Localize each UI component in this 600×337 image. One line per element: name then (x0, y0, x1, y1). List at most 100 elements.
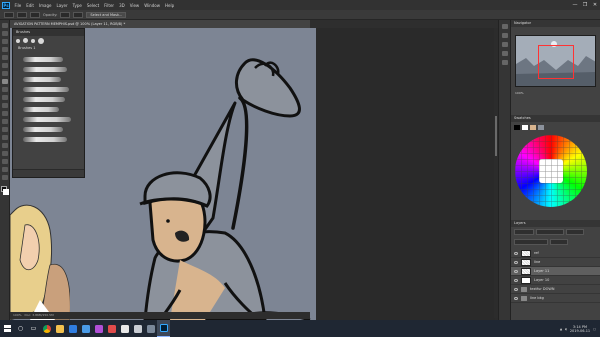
photoshop-taskbar-icon[interactable] (157, 320, 170, 337)
menu-type[interactable]: Type (70, 3, 84, 8)
layer-row[interactable]: ref (511, 249, 600, 258)
volume-icon[interactable]: ◖ (565, 327, 567, 331)
lock-options[interactable] (514, 239, 548, 245)
app-icon[interactable] (131, 320, 144, 337)
menu-file[interactable]: File (12, 3, 24, 8)
brush-stroke-preview[interactable] (23, 97, 65, 102)
visibility-eye-icon[interactable] (514, 251, 518, 255)
blur-tool-icon[interactable] (1, 119, 8, 124)
photos-icon[interactable] (92, 320, 105, 337)
move-tool-icon[interactable] (1, 23, 8, 28)
brush-stroke-preview[interactable] (23, 137, 67, 142)
character-icon[interactable] (501, 51, 508, 56)
healing-tool-icon[interactable] (1, 71, 8, 76)
brush-preset-icon[interactable] (23, 38, 28, 43)
app-icon[interactable] (118, 320, 131, 337)
brush-stroke-preview[interactable] (23, 107, 59, 112)
navigator-view-box[interactable] (538, 45, 574, 79)
chrome-icon[interactable] (40, 320, 53, 337)
scrollbar-thumb[interactable] (495, 116, 497, 156)
dodge-tool-icon[interactable] (1, 127, 8, 132)
layer-kind-filter[interactable] (514, 229, 534, 235)
mail-icon[interactable] (79, 320, 92, 337)
eraser-tool-icon[interactable] (1, 103, 8, 108)
swatch[interactable] (530, 125, 536, 130)
type-tool-icon[interactable] (1, 143, 8, 148)
brush-size-field[interactable] (30, 11, 40, 18)
menu-filter[interactable]: Filter (102, 3, 117, 8)
paragraph-icon[interactable] (501, 60, 508, 65)
opacity-field[interactable] (60, 11, 71, 18)
brush-preset-icon[interactable] (31, 38, 35, 43)
path-select-tool-icon[interactable] (1, 151, 8, 156)
sample-dropdown[interactable] (73, 11, 84, 18)
brush-preset-icon[interactable] (38, 37, 44, 44)
notifications-icon[interactable]: ▢ (593, 327, 596, 331)
brush-tool-icon[interactable] (1, 79, 8, 84)
navigator-thumbnail[interactable] (515, 35, 596, 87)
crop-tool-icon[interactable] (1, 55, 8, 60)
pen-tool-icon[interactable] (1, 135, 8, 140)
store-icon[interactable] (66, 320, 79, 337)
task-view-icon[interactable]: ▭ (27, 320, 40, 337)
brush-stroke-preview[interactable] (23, 67, 67, 72)
history-icon[interactable] (501, 24, 508, 29)
layer-row[interactable]: textfur DOWN (511, 285, 600, 294)
zoom-tool-icon[interactable] (1, 175, 8, 180)
background-color-swatch[interactable] (3, 189, 9, 195)
media-icon[interactable] (105, 320, 118, 337)
swatch[interactable] (522, 125, 528, 130)
document-canvas[interactable] (85, 28, 316, 320)
visibility-eye-icon[interactable] (514, 260, 518, 264)
layer-fill-field[interactable] (550, 239, 568, 245)
shape-tool-icon[interactable] (1, 159, 8, 164)
blend-mode-dropdown[interactable] (536, 229, 564, 235)
close-icon[interactable]: ✕ (590, 2, 600, 8)
clone-stamp-tool-icon[interactable] (1, 87, 8, 92)
visibility-eye-icon[interactable] (514, 296, 518, 300)
swatch-grid[interactable] (515, 135, 587, 207)
layer-row[interactable]: Layer 10 (511, 276, 600, 285)
brush-stroke-preview[interactable] (23, 117, 71, 122)
menu-help[interactable]: Help (162, 3, 176, 8)
maximize-icon[interactable]: ❐ (580, 2, 590, 8)
start-button[interactable] (0, 320, 14, 337)
properties-icon[interactable] (501, 33, 508, 38)
menu-3d[interactable]: 3D (117, 3, 128, 8)
layer-opacity-field[interactable] (566, 229, 584, 235)
brush-stroke-preview[interactable] (23, 57, 63, 62)
search-icon[interactable]: ○ (14, 320, 27, 337)
swatch[interactable] (538, 125, 544, 130)
menu-layer[interactable]: Layer (54, 3, 70, 8)
eyedropper-tool-icon[interactable] (1, 63, 8, 68)
layer-row[interactable]: line bkg (511, 294, 600, 303)
brush-folder[interactable]: Brushes 1 (13, 45, 84, 52)
status-zoom[interactable]: 100% (13, 313, 22, 317)
history-brush-tool-icon[interactable] (1, 95, 8, 100)
hand-tool-icon[interactable] (1, 167, 8, 172)
layer-row[interactable]: line (511, 258, 600, 267)
select-and-mask-button[interactable]: Select and Mask... (86, 11, 127, 18)
brush-stroke-preview[interactable] (23, 87, 69, 92)
visibility-eye-icon[interactable] (514, 269, 518, 273)
navigator-zoom[interactable]: 100% (515, 91, 596, 96)
lasso-tool-icon[interactable] (1, 39, 8, 44)
menu-select[interactable]: Select (84, 3, 101, 8)
minimize-icon[interactable]: — (570, 2, 580, 8)
network-icon[interactable]: ▲ (560, 327, 562, 331)
brush-stroke-preview[interactable] (23, 127, 63, 132)
menu-image[interactable]: Image (36, 3, 54, 8)
color-wheel[interactable] (515, 135, 587, 207)
gradient-tool-icon[interactable] (1, 111, 8, 116)
file-explorer-icon[interactable] (53, 320, 66, 337)
visibility-eye-icon[interactable] (514, 287, 518, 291)
menu-window[interactable]: Window (142, 3, 163, 8)
adjustments-icon[interactable] (501, 42, 508, 47)
brush-preset-icon[interactable] (16, 38, 20, 43)
app-icon[interactable] (144, 320, 157, 337)
quick-select-tool-icon[interactable] (1, 47, 8, 52)
swatch[interactable] (514, 125, 520, 130)
menu-edit[interactable]: Edit (24, 3, 37, 8)
marquee-tool-icon[interactable] (1, 31, 8, 36)
layer-row[interactable]: Layer 11 (511, 267, 600, 276)
